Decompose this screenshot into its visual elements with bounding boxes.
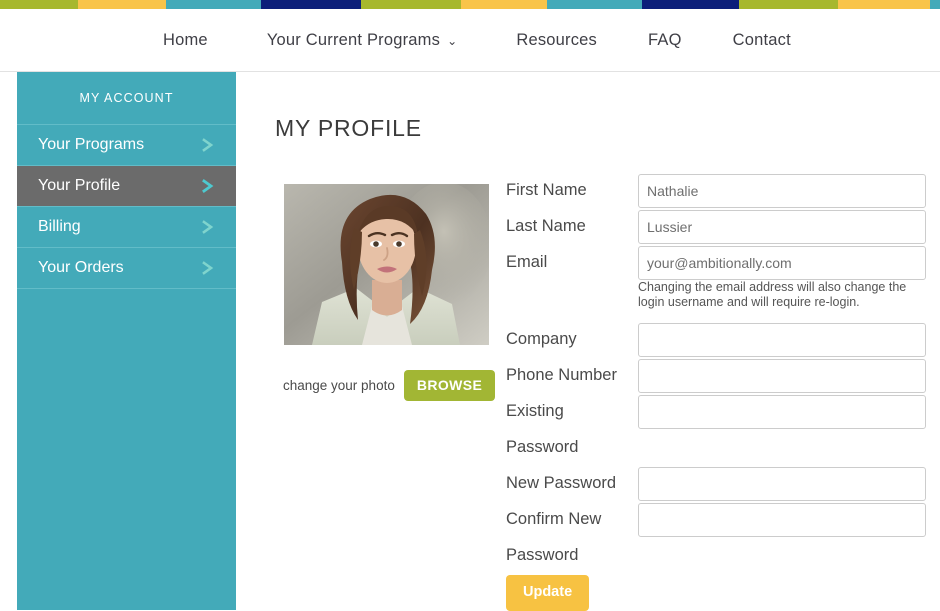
new-password-input[interactable] [638,467,926,501]
chevron-right-icon [202,179,214,193]
sidebar-divider [17,288,236,290]
browse-button[interactable]: BROWSE [403,370,496,401]
sidebar-item-your-programs[interactable]: Your Programs [17,124,236,165]
last-name-input[interactable] [638,210,926,244]
sidebar-header: MY ACCOUNT [79,91,174,105]
sidebar-item-label: Billing [38,218,81,235]
nav-item-label: FAQ [648,30,682,49]
existing-password-input[interactable] [638,395,926,429]
profile-form: First Name Last Name Email Changing the … [506,172,926,611]
color-strip-segment-3 [261,0,361,9]
top-navigation-bar: Home Your Current Programs ⌄ Resources F… [0,9,940,72]
color-strip-segment-5 [461,0,547,9]
confirm-new-password-label: Confirm New Password [506,510,602,564]
nav-item-label: Home [163,30,208,49]
email-input[interactable] [638,246,926,280]
nav-item-home[interactable]: Home [163,31,208,50]
top-color-strip [0,0,940,9]
page-title: MY PROFILE [275,115,422,141]
chevron-down-icon: ⌄ [447,34,458,48]
existing-password-label: Existing Password [506,402,579,456]
color-strip-segment-7 [642,0,739,9]
phone-number-label: Phone Number [506,366,617,384]
company-label: Company [506,330,577,348]
nav-item-your-current-programs[interactable]: Your Current Programs ⌄ [267,31,458,50]
confirm-new-password-input[interactable] [638,503,926,537]
sidebar-item-your-profile[interactable]: Your Profile [17,165,236,206]
sidebar-item-label: Your Orders [38,259,124,276]
sidebar-item-label: Your Programs [38,136,145,153]
color-strip-segment-10 [930,0,940,9]
chevron-right-icon [202,138,214,152]
profile-photo [284,184,489,345]
account-sidebar: MY ACCOUNT Your Programs Your Profile Bi… [17,72,236,610]
chevron-right-icon [202,261,214,275]
color-strip-segment-8 [739,0,838,9]
nav-item-label: Resources [516,30,598,49]
last-name-label: Last Name [506,217,586,235]
first-name-label: First Name [506,181,587,199]
nav-item-resources[interactable]: Resources [516,31,597,50]
nav-item-contact[interactable]: Contact [733,31,791,50]
page-body: MY ACCOUNT Your Programs Your Profile Bi… [0,72,940,611]
form-row-company: Company [506,321,926,357]
sidebar-item-billing[interactable]: Billing [17,206,236,247]
color-strip-segment-0 [0,0,78,9]
sidebar-item-your-orders[interactable]: Your Orders [17,247,236,288]
nav-item-faq[interactable]: FAQ [648,31,682,50]
nav-item-label: Your Current Programs [266,30,441,49]
company-input[interactable] [638,323,926,357]
main-content: MY PROFILE change your photo BROWSE Firs… [236,72,940,611]
first-name-input[interactable] [638,174,926,208]
nav-item-label: Contact [732,30,791,49]
update-button[interactable]: Update [506,575,590,611]
form-row-new-password: New Password [506,465,926,501]
change-photo-label: change your photo [283,378,395,393]
color-strip-segment-6 [547,0,642,9]
email-hint-text: Changing the email address will also cha… [638,280,907,309]
form-row-phone-number: Phone Number [506,357,926,393]
form-row-existing-password: Existing Password [506,393,926,465]
color-strip-segment-9 [838,0,930,9]
chevron-right-icon [202,220,214,234]
photo-actions: change your photo BROWSE [283,370,496,401]
form-row-confirm-new-password: Confirm New Password [506,501,926,573]
color-strip-segment-4 [361,0,461,9]
phone-number-input[interactable] [638,359,926,393]
form-row-last-name: Last Name [506,208,926,244]
photo-column: change your photo BROWSE [283,184,496,401]
form-row-email-hint: Changing the email address will also cha… [506,280,926,321]
form-row-first-name: First Name [506,172,926,208]
nav-list: Home Your Current Programs ⌄ Resources F… [163,31,791,50]
email-label: Email [506,253,548,271]
form-row-submit: Update [506,575,926,611]
color-strip-segment-2 [166,0,261,9]
new-password-label: New Password [506,474,617,492]
form-row-email: Email [506,244,926,280]
color-strip-segment-1 [78,0,166,9]
sidebar-item-label: Your Profile [38,177,121,194]
